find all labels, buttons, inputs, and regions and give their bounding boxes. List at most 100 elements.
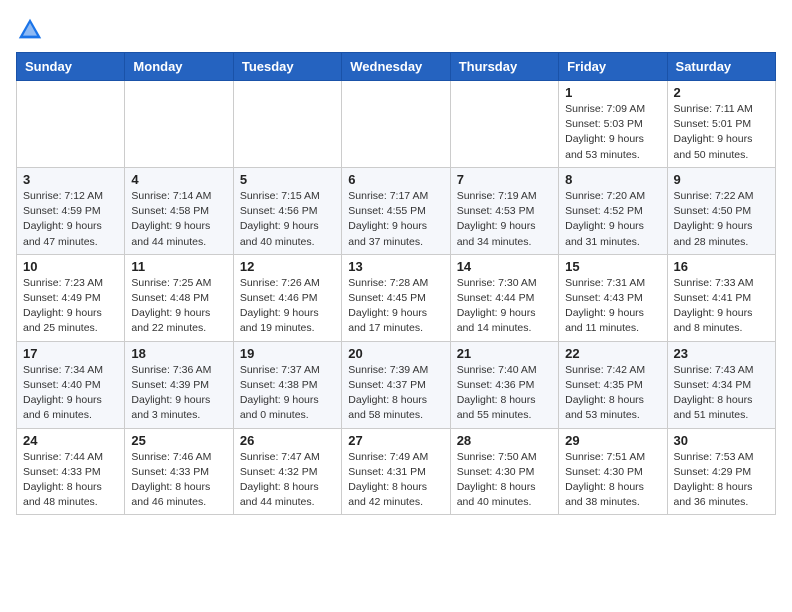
day-info: Sunrise: 7:19 AM Sunset: 4:53 PM Dayligh… [457, 189, 552, 250]
day-info: Sunrise: 7:51 AM Sunset: 4:30 PM Dayligh… [565, 450, 660, 511]
day-number: 9 [674, 172, 769, 187]
day-number: 14 [457, 259, 552, 274]
calendar-cell: 27Sunrise: 7:49 AM Sunset: 4:31 PM Dayli… [342, 428, 450, 515]
day-info: Sunrise: 7:23 AM Sunset: 4:49 PM Dayligh… [23, 276, 118, 337]
day-number: 13 [348, 259, 443, 274]
calendar-cell: 22 Sunrise: 7:42 AM Sunset: 4:35 PM Dayli… [559, 341, 667, 428]
day-number: 25 [131, 433, 226, 448]
day-number: 6 [348, 172, 443, 187]
calendar-cell: 4 Sunrise: 7:14 AM Sunset: 4:58 PM Daylig… [125, 167, 233, 254]
day-number: 12 [240, 259, 335, 274]
day-number: 24 [23, 433, 118, 448]
logo-icon [16, 16, 44, 44]
weekday-header: Saturday [667, 53, 775, 81]
logo [16, 16, 48, 44]
day-info: Sunrise: 7:28 AM Sunset: 4:45 PM Dayligh… [348, 276, 443, 337]
calendar-cell: 12 Sunrise: 7:26 AM Sunset: 4:46 PM Dayli… [233, 254, 341, 341]
day-info: Sunrise: 7:14 AM Sunset: 4:58 PM Dayligh… [131, 189, 226, 250]
weekday-header: Tuesday [233, 53, 341, 81]
day-number: 18 [131, 346, 226, 361]
weekday-header: Friday [559, 53, 667, 81]
calendar-cell: 21 Sunrise: 7:40 AM Sunset: 4:36 PM Dayli… [450, 341, 558, 428]
day-info: Sunrise: 7:20 AM Sunset: 4:52 PM Dayligh… [565, 189, 660, 250]
day-number: 7 [457, 172, 552, 187]
calendar-week-row: 10 Sunrise: 7:23 AM Sunset: 4:49 PM Dayli… [17, 254, 776, 341]
calendar-cell: 7 Sunrise: 7:19 AM Sunset: 4:53 PM Daylig… [450, 167, 558, 254]
calendar-cell: 16 Sunrise: 7:33 AM Sunset: 4:41 PM Dayli… [667, 254, 775, 341]
calendar-cell [342, 81, 450, 168]
calendar-cell [233, 81, 341, 168]
calendar-cell: 18 Sunrise: 7:36 AM Sunset: 4:39 PM Dayli… [125, 341, 233, 428]
calendar-cell: 6 Sunrise: 7:17 AM Sunset: 4:55 PM Daylig… [342, 167, 450, 254]
day-number: 26 [240, 433, 335, 448]
calendar-cell: 26 Sunrise: 7:47 AM Sunset: 4:32 PM Dayli… [233, 428, 341, 515]
day-info: Sunrise: 7:11 AM Sunset: 5:01 PM Dayligh… [674, 102, 769, 163]
calendar-cell: 8 Sunrise: 7:20 AM Sunset: 4:52 PM Daylig… [559, 167, 667, 254]
day-number: 17 [23, 346, 118, 361]
weekday-header: Monday [125, 53, 233, 81]
day-info: Sunrise: 7:34 AM Sunset: 4:40 PM Dayligh… [23, 363, 118, 424]
calendar-cell: 2 Sunrise: 7:11 AM Sunset: 5:01 PM Daylig… [667, 81, 775, 168]
day-number: 4 [131, 172, 226, 187]
day-info: Sunrise: 7:49 AM Sunset: 4:31 PM Dayligh… [348, 450, 443, 511]
day-info: Sunrise: 7:17 AM Sunset: 4:55 PM Dayligh… [348, 189, 443, 250]
weekday-header: Sunday [17, 53, 125, 81]
calendar-cell: 3 Sunrise: 7:12 AM Sunset: 4:59 PM Daylig… [17, 167, 125, 254]
day-number: 3 [23, 172, 118, 187]
day-number: 29 [565, 433, 660, 448]
day-number: 19 [240, 346, 335, 361]
day-info: Sunrise: 7:37 AM Sunset: 4:38 PM Dayligh… [240, 363, 335, 424]
day-info: Sunrise: 7:30 AM Sunset: 4:44 PM Dayligh… [457, 276, 552, 337]
calendar-week-row: 1Sunrise: 7:09 AM Sunset: 5:03 PM Daylig… [17, 81, 776, 168]
calendar-cell: 15 Sunrise: 7:31 AM Sunset: 4:43 PM Dayli… [559, 254, 667, 341]
calendar-cell: 29 Sunrise: 7:51 AM Sunset: 4:30 PM Dayli… [559, 428, 667, 515]
day-info: Sunrise: 7:53 AM Sunset: 4:29 PM Dayligh… [674, 450, 769, 511]
calendar-cell: 9Sunrise: 7:22 AM Sunset: 4:50 PM Daylig… [667, 167, 775, 254]
day-number: 28 [457, 433, 552, 448]
weekday-header: Wednesday [342, 53, 450, 81]
calendar-cell: 30Sunrise: 7:53 AM Sunset: 4:29 PM Dayli… [667, 428, 775, 515]
calendar-cell [450, 81, 558, 168]
day-info: Sunrise: 7:39 AM Sunset: 4:37 PM Dayligh… [348, 363, 443, 424]
day-info: Sunrise: 7:09 AM Sunset: 5:03 PM Dayligh… [565, 102, 660, 163]
calendar-week-row: 24Sunrise: 7:44 AM Sunset: 4:33 PM Dayli… [17, 428, 776, 515]
day-info: Sunrise: 7:15 AM Sunset: 4:56 PM Dayligh… [240, 189, 335, 250]
calendar-cell: 23Sunrise: 7:43 AM Sunset: 4:34 PM Dayli… [667, 341, 775, 428]
day-info: Sunrise: 7:12 AM Sunset: 4:59 PM Dayligh… [23, 189, 118, 250]
day-number: 10 [23, 259, 118, 274]
day-number: 15 [565, 259, 660, 274]
day-number: 21 [457, 346, 552, 361]
calendar-cell: 19 Sunrise: 7:37 AM Sunset: 4:38 PM Dayli… [233, 341, 341, 428]
calendar-cell: 14 Sunrise: 7:30 AM Sunset: 4:44 PM Dayli… [450, 254, 558, 341]
day-info: Sunrise: 7:46 AM Sunset: 4:33 PM Dayligh… [131, 450, 226, 511]
weekday-header: Thursday [450, 53, 558, 81]
day-info: Sunrise: 7:47 AM Sunset: 4:32 PM Dayligh… [240, 450, 335, 511]
calendar-cell: 25 Sunrise: 7:46 AM Sunset: 4:33 PM Dayli… [125, 428, 233, 515]
day-info: Sunrise: 7:42 AM Sunset: 4:35 PM Dayligh… [565, 363, 660, 424]
calendar-header-row: SundayMondayTuesdayWednesdayThursdayFrid… [17, 53, 776, 81]
calendar-week-row: 3 Sunrise: 7:12 AM Sunset: 4:59 PM Daylig… [17, 167, 776, 254]
calendar: SundayMondayTuesdayWednesdayThursdayFrid… [16, 52, 776, 515]
day-number: 2 [674, 85, 769, 100]
calendar-cell [17, 81, 125, 168]
day-number: 5 [240, 172, 335, 187]
day-info: Sunrise: 7:33 AM Sunset: 4:41 PM Dayligh… [674, 276, 769, 337]
day-info: Sunrise: 7:31 AM Sunset: 4:43 PM Dayligh… [565, 276, 660, 337]
calendar-week-row: 17 Sunrise: 7:34 AM Sunset: 4:40 PM Dayli… [17, 341, 776, 428]
day-info: Sunrise: 7:26 AM Sunset: 4:46 PM Dayligh… [240, 276, 335, 337]
day-info: Sunrise: 7:50 AM Sunset: 4:30 PM Dayligh… [457, 450, 552, 511]
calendar-cell: 1Sunrise: 7:09 AM Sunset: 5:03 PM Daylig… [559, 81, 667, 168]
day-number: 16 [674, 259, 769, 274]
calendar-cell: 13 Sunrise: 7:28 AM Sunset: 4:45 PM Dayli… [342, 254, 450, 341]
calendar-cell: 11 Sunrise: 7:25 AM Sunset: 4:48 PM Dayli… [125, 254, 233, 341]
day-number: 22 [565, 346, 660, 361]
calendar-cell: 10 Sunrise: 7:23 AM Sunset: 4:49 PM Dayli… [17, 254, 125, 341]
day-number: 11 [131, 259, 226, 274]
day-number: 20 [348, 346, 443, 361]
day-info: Sunrise: 7:36 AM Sunset: 4:39 PM Dayligh… [131, 363, 226, 424]
day-number: 8 [565, 172, 660, 187]
day-info: Sunrise: 7:25 AM Sunset: 4:48 PM Dayligh… [131, 276, 226, 337]
day-info: Sunrise: 7:40 AM Sunset: 4:36 PM Dayligh… [457, 363, 552, 424]
calendar-cell: 28 Sunrise: 7:50 AM Sunset: 4:30 PM Dayli… [450, 428, 558, 515]
day-info: Sunrise: 7:43 AM Sunset: 4:34 PM Dayligh… [674, 363, 769, 424]
